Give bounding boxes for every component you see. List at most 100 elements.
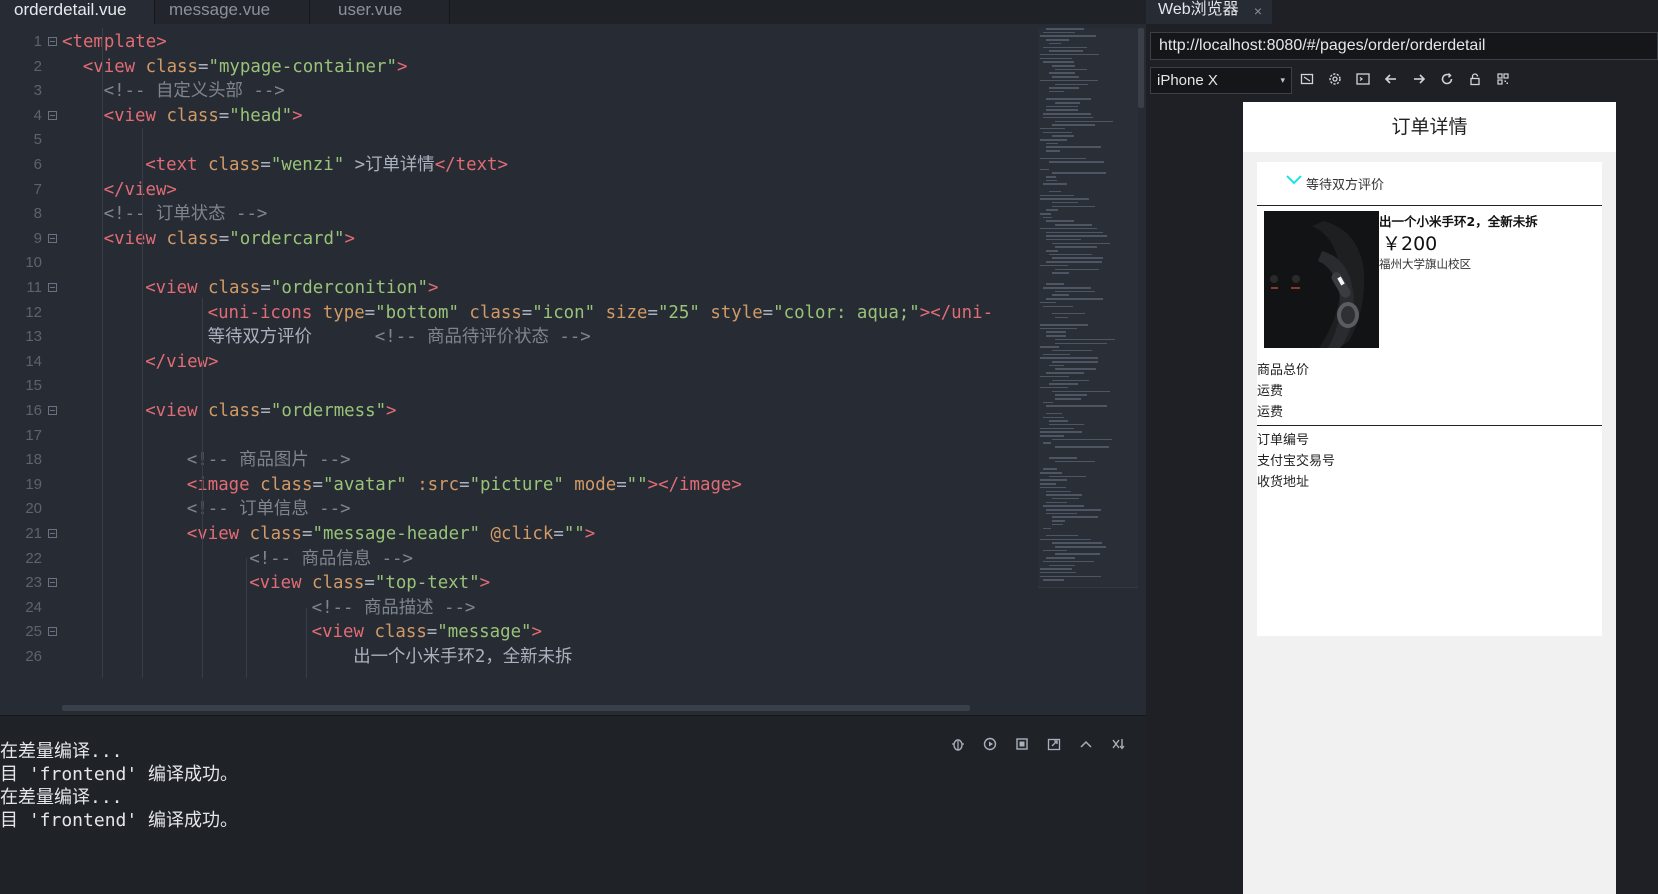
code-token: "icon" <box>532 302 596 323</box>
editor-horizontal-scrollbar[interactable] <box>62 705 970 711</box>
devtools-icon[interactable] <box>1354 71 1372 89</box>
url-input[interactable]: http://localhost:8080/#/pages/order/orde… <box>1150 32 1658 60</box>
line-number: 4 <box>33 106 42 124</box>
editor-vertical-scrollbar[interactable] <box>1138 28 1144 108</box>
back-arrow-icon[interactable] <box>1382 71 1400 89</box>
line-number: 5 <box>33 131 42 149</box>
code-line[interactable]: <view class="orderconition"> <box>145 275 438 301</box>
device-select[interactable]: iPhone X ▾ <box>1150 67 1292 94</box>
code-line[interactable]: <image class="avatar" :src="picture" mod… <box>187 472 742 498</box>
order-info-item: 订单编号 <box>1257 433 1310 448</box>
code-text-area[interactable]: <template> <view class="mypage-container"… <box>62 28 1038 710</box>
code-token: </text> <box>434 155 508 175</box>
stop-icon[interactable] <box>1014 736 1030 752</box>
code-token: "25" <box>657 302 700 323</box>
code-token: "ordercard" <box>229 228 345 249</box>
code-line[interactable]: <view class="message"> <box>312 619 542 645</box>
code-editor[interactable]: orderdetail.vue message.vue user.vue 123… <box>0 0 1146 715</box>
product-image[interactable] <box>1264 211 1379 348</box>
phone-preview[interactable]: 订单详情 等待双方评价 出一个小米手环2，全新未拆 ￥200 福州大学旗山校区 … <box>1243 102 1616 894</box>
code-token: class <box>208 401 261 421</box>
code-token: "avatar" <box>322 474 407 495</box>
code-token: = <box>426 622 438 643</box>
lock-icon[interactable] <box>1466 71 1484 89</box>
summary-item: 运费 <box>1257 384 1284 399</box>
line-number: 24 <box>25 598 42 616</box>
code-line[interactable]: <!-- 订单状态 --> <box>104 201 268 227</box>
code-line[interactable]: <!-- 商品图片 --> <box>187 447 351 473</box>
collapse-up-icon[interactable] <box>1078 736 1094 752</box>
settings-icon[interactable] <box>1326 71 1344 89</box>
qrcode-icon[interactable] <box>1494 71 1512 89</box>
order-info-item: 收货地址 <box>1257 475 1310 490</box>
forward-arrow-icon[interactable] <box>1410 71 1428 89</box>
open-external-icon[interactable] <box>1046 736 1062 752</box>
code-token: > <box>427 278 439 298</box>
console-output-line: 在差量编译... <box>0 741 123 762</box>
line-number: 25 <box>25 623 42 641</box>
indent-guide <box>306 608 307 678</box>
debug-icon[interactable] <box>950 736 966 752</box>
tab-message[interactable]: message.vue <box>155 0 310 24</box>
code-line[interactable]: <view class="message-header" @click=""> <box>187 521 595 547</box>
code-line[interactable]: <!-- 订单信息 --> <box>187 496 351 522</box>
close-icon[interactable]: × <box>1254 1 1262 21</box>
code-token: <!-- 订单状态 --> <box>103 204 268 225</box>
minimap-viewport[interactable] <box>1038 28 1138 588</box>
code-token: :src <box>417 474 460 495</box>
code-token: "top-text" <box>374 573 480 594</box>
tab-orderdetail[interactable]: orderdetail.vue <box>0 0 155 24</box>
fold-toggle-icon[interactable] <box>48 406 57 415</box>
code-token: = <box>218 228 230 249</box>
screenshot-icon[interactable] <box>1298 71 1316 89</box>
code-line[interactable]: <!-- 商品信息 --> <box>249 546 413 572</box>
code-line[interactable]: 等待双方评价 <!-- 商品待评价状态 --> <box>208 324 591 350</box>
line-number: 6 <box>33 156 42 173</box>
fold-toggle-icon[interactable] <box>48 627 57 637</box>
code-token: 出一个小米手环2，全新未拆 <box>353 647 573 667</box>
line-number: 2 <box>33 57 42 75</box>
code-token: class <box>260 474 313 495</box>
code-token: "head" <box>229 105 293 126</box>
code-token: </view> <box>145 351 219 372</box>
browser-tab[interactable]: Web浏览器 × <box>1146 0 1272 24</box>
order-info-item: 支付宝交易号 <box>1257 454 1336 469</box>
code-token: <view <box>145 278 198 298</box>
code-line[interactable]: <view class="ordermess"> <box>145 398 396 424</box>
fold-toggle-icon[interactable] <box>48 578 57 588</box>
line-number: 13 <box>25 328 42 346</box>
code-line[interactable]: <text class="wenzi" >订单详情</text> <box>145 152 508 178</box>
fold-toggle-icon[interactable] <box>48 233 57 243</box>
refresh-icon[interactable] <box>1438 71 1456 89</box>
code-token: = <box>260 278 271 298</box>
code-token: <view <box>311 622 364 643</box>
fold-toggle-icon[interactable] <box>48 529 57 538</box>
fold-toggle-icon[interactable] <box>48 37 57 46</box>
fold-toggle-icon[interactable] <box>48 110 57 120</box>
console-toolbar <box>950 736 1126 752</box>
line-number: 8 <box>33 205 42 223</box>
code-line[interactable]: <!-- 自定义头部 --> <box>104 78 285 104</box>
rerun-icon[interactable] <box>982 736 998 752</box>
code-line[interactable]: <view class="top-text"> <box>249 570 490 596</box>
code-token: class <box>312 573 365 594</box>
code-line[interactable]: <view class="mypage-container"> <box>83 54 408 80</box>
tab-user[interactable]: user.vue <box>310 0 450 24</box>
code-line[interactable]: </view> <box>145 349 218 375</box>
code-line[interactable]: <template> <box>62 29 167 55</box>
fold-toggle-icon[interactable] <box>48 283 57 292</box>
code-token: = <box>312 474 323 495</box>
clear-icon[interactable] <box>1110 736 1126 752</box>
code-line[interactable]: <view class="head"> <box>104 103 303 129</box>
code-line[interactable]: <!-- 商品描述 --> <box>312 595 476 621</box>
code-line[interactable]: 出一个小米手环2，全新未拆 <box>353 644 572 670</box>
code-token: <view <box>249 573 302 594</box>
code-line[interactable]: <uni-icons type="bottom" class="icon" si… <box>208 300 993 326</box>
code-token: <view <box>145 401 198 421</box>
code-line[interactable]: </view> <box>104 177 177 203</box>
